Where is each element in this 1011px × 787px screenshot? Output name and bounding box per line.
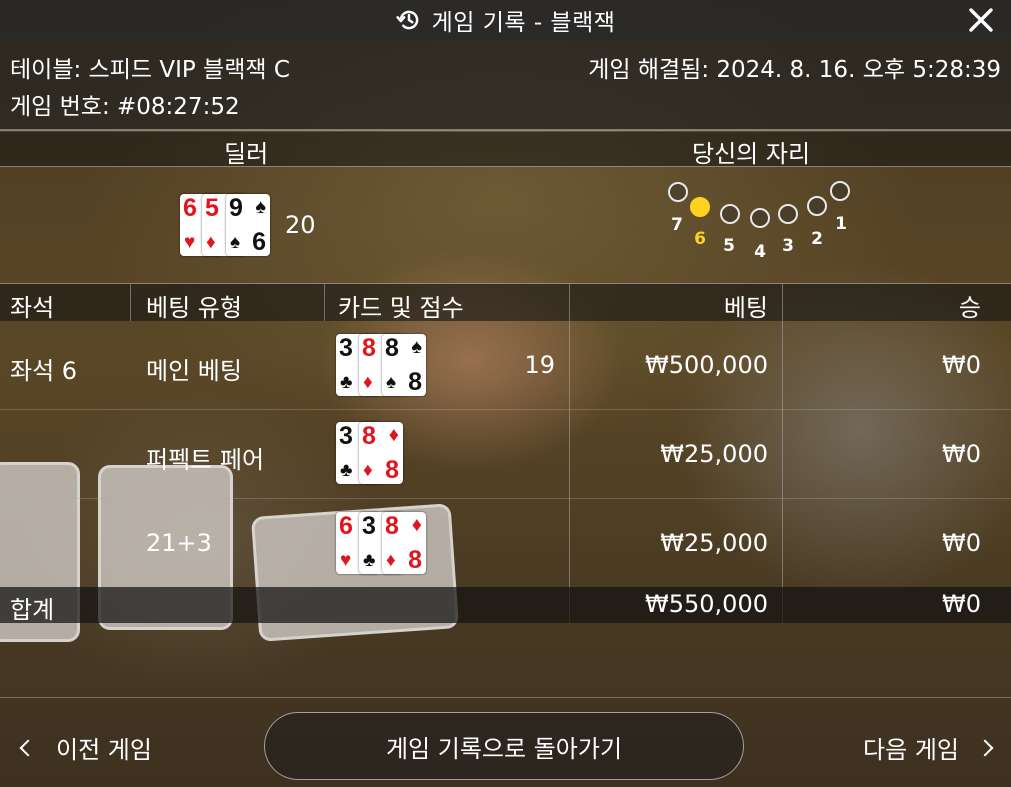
seat-5-dot	[720, 204, 740, 224]
total-row: 합계 ₩550,000 ₩0	[0, 587, 1011, 624]
seat-1-dot	[830, 181, 850, 201]
row-bet-type: 21+3	[146, 529, 212, 557]
dealer-heading: 딜러	[224, 140, 269, 168]
total-win: ₩0	[942, 590, 981, 618]
total-label: 합계	[10, 596, 55, 624]
history-icon	[395, 10, 418, 30]
seat-6-dot	[690, 197, 710, 217]
title-bar: 게임 기록 - 블랙잭	[0, 0, 1011, 40]
your-seat-heading: 당신의 자리	[692, 140, 811, 168]
back-to-history-label: 게임 기록으로 돌아가기	[385, 734, 623, 763]
seat-7-dot	[668, 182, 688, 202]
hand-score: 19	[524, 351, 555, 379]
dealer-card: 9 ♠ ♠ 6	[226, 194, 270, 256]
seat-number-mine: 6	[694, 229, 706, 249]
seat-4-dot	[750, 208, 770, 228]
chevron-right-icon	[976, 739, 994, 756]
col-seat: 좌석	[10, 294, 55, 322]
col-cards-score: 카드 및 점수	[338, 294, 464, 322]
next-game-button[interactable]: 다음 게임	[863, 730, 994, 765]
row-bet: ₩25,000	[660, 440, 768, 468]
page-title: 게임 기록 - 블랙잭	[431, 10, 616, 36]
seat-number: 3	[782, 236, 794, 256]
col-bet-type: 베팅 유형	[146, 294, 242, 322]
game-info: 테이블: 스피드 VIP 블랙잭 C 게임 번호: #08:27:52 게임 해…	[0, 40, 1011, 130]
section-header: 딜러 당신의 자리	[0, 132, 1011, 168]
seat-number: 1	[835, 214, 847, 234]
divider	[0, 697, 1011, 698]
row-win: ₩0	[942, 440, 981, 468]
divider	[324, 284, 325, 321]
seat-number: 5	[723, 236, 735, 256]
row-win: ₩0	[942, 351, 981, 379]
row-bet-type: 퍼펙트 페어	[146, 446, 265, 474]
seat-number: 4	[754, 242, 766, 262]
table-row: 21+3 6 ♥ 3 ♣ 8 ♦ ♦ 8 ₩25,000 ₩0	[0, 499, 1011, 588]
seat-3-dot	[778, 204, 798, 224]
total-bet: ₩550,000	[645, 590, 768, 618]
col-win: 승	[958, 294, 981, 322]
row-bet: ₩500,000	[645, 351, 768, 379]
table-row: 좌석 6 메인 베팅 3 ♣ 8 ♦ 8 ♠ ♠ 8 19 ₩500,000 ₩…	[0, 321, 1011, 410]
row-bet: ₩25,000	[660, 529, 768, 557]
seat-number: 2	[811, 229, 823, 249]
divider	[0, 129, 1011, 131]
seat-number: 7	[671, 215, 683, 235]
close-button[interactable]	[963, 2, 999, 38]
player-card: 8 ♠ ♠ 8	[382, 334, 426, 396]
row-bet-type: 메인 베팅	[146, 357, 242, 385]
bets-table-header: 좌석 베팅 유형 카드 및 점수 베팅 승	[0, 284, 1011, 322]
game-number: 게임 번호: #08:27:52	[10, 94, 240, 120]
close-icon	[969, 8, 993, 32]
previous-game-button[interactable]: 이전 게임	[16, 730, 152, 765]
col-bet: 베팅	[723, 294, 768, 322]
player-card: 8 ♦ ♦ 8	[382, 512, 426, 574]
table-name: 테이블: 스피드 VIP 블랙잭 C	[10, 57, 290, 83]
resolved-time: 게임 해결됨: 2024. 8. 16. 오후 5:28:39	[588, 57, 1001, 83]
next-game-label: 다음 게임	[863, 736, 959, 764]
divider	[130, 284, 131, 321]
divider	[0, 166, 1011, 167]
previous-game-label: 이전 게임	[56, 736, 152, 764]
seat-2-dot	[807, 196, 827, 216]
chevron-left-icon	[19, 739, 37, 756]
row-seat: 좌석 6	[10, 357, 78, 385]
dealer-score: 20	[285, 211, 316, 239]
player-card: 8 ♦ ♦ 8	[359, 422, 403, 484]
table-row: 퍼펙트 페어 3 ♣ 8 ♦ ♦ 8 ₩25,000 ₩0	[0, 410, 1011, 499]
back-to-history-button[interactable]: 게임 기록으로 돌아가기	[264, 712, 744, 780]
row-win: ₩0	[942, 529, 981, 557]
